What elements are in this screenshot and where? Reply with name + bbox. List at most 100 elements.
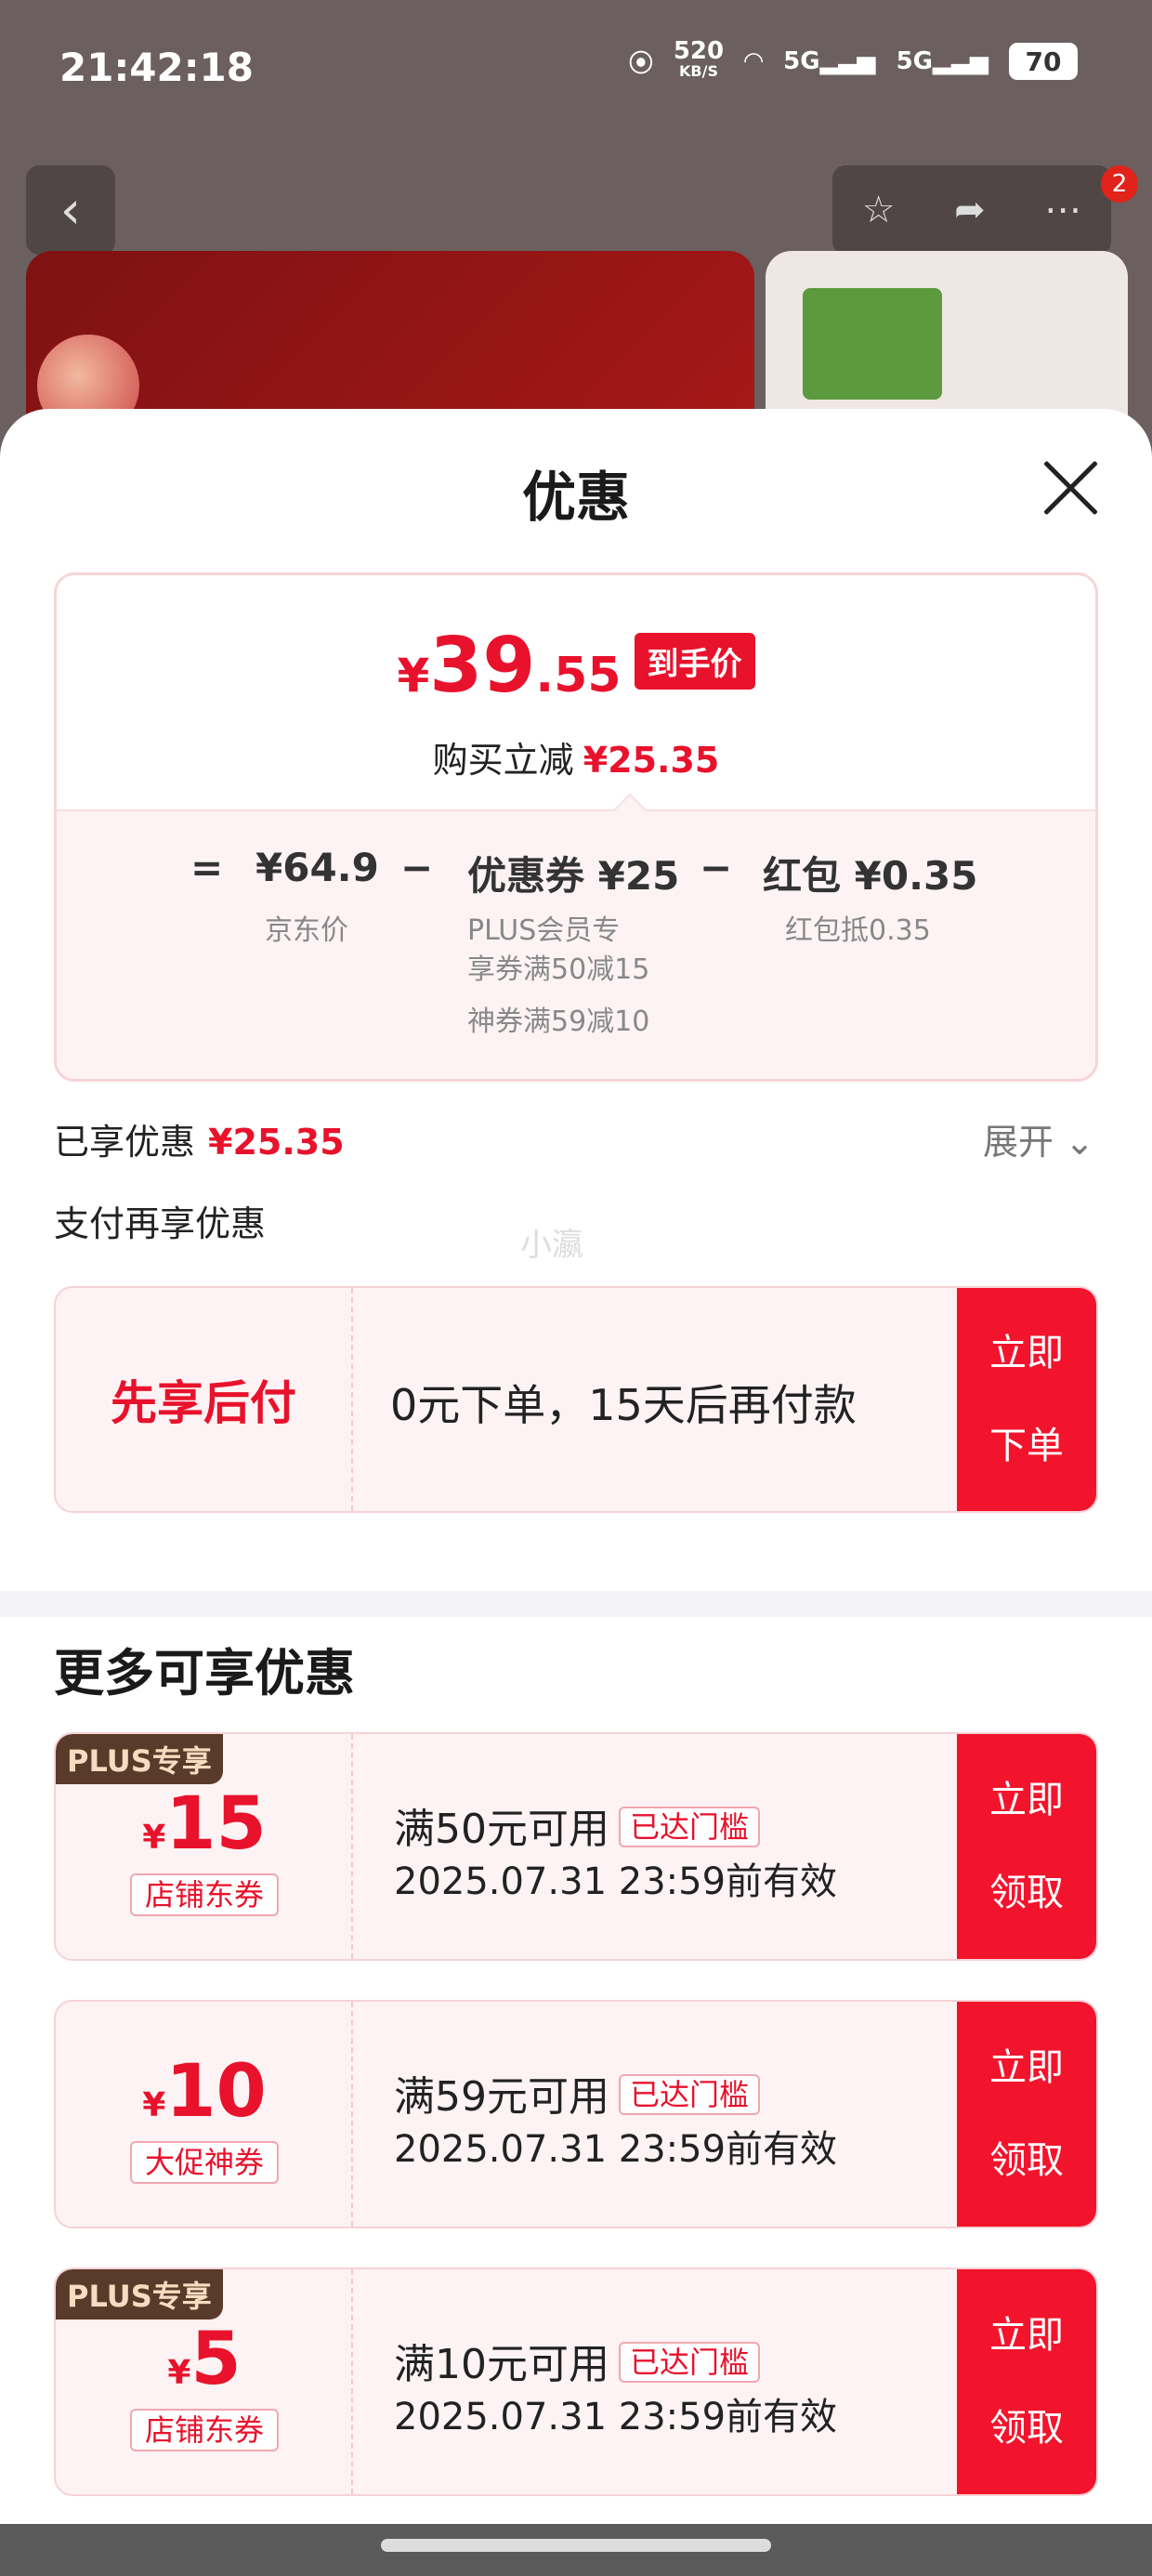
threshold-reached-badge: 已达门槛 — [619, 2074, 761, 2115]
chevron-left-icon: ‹ — [59, 179, 82, 241]
reduce-amount: ¥25.35 — [583, 740, 720, 781]
final-price-section: ¥39.55 到手价 购买立减 ¥25.35 — [57, 575, 1095, 809]
section-divider — [0, 1591, 1152, 1617]
wifi-icon: ◠ — [744, 47, 764, 75]
claim-coupon-button[interactable]: 立即 领取 — [957, 2269, 1096, 2494]
header-actions: ☆ ➦ ⋯ — [832, 165, 1111, 255]
coupon-yen: ¥ — [142, 2086, 166, 2124]
coupon-condition-text: 满59元可用 — [394, 2073, 609, 2121]
claim-coupon-button[interactable]: 立即 领取 — [957, 1734, 1096, 1959]
coupon-info: 满59元可用 已达门槛 2025.07.31 23:59前有效 — [353, 2002, 922, 2227]
share-icon[interactable]: ➦ — [954, 189, 986, 231]
coupon-left: PLUS专享 ¥15 店铺东券 — [56, 1734, 353, 1959]
coupon-yen: ¥ — [167, 2354, 191, 2392]
order-now-line-2: 下单 — [989, 1425, 1064, 1467]
coupon-left: PLUS专享 ¥5 店铺东券 — [56, 2269, 353, 2494]
bnpl-middle: 0元下单，15天后再付款 — [353, 1288, 922, 1511]
bnpl-title: 先享后付 — [111, 1376, 296, 1430]
bnpl-description: 0元下单，15天后再付款 — [390, 1380, 857, 1430]
price-formula-section: = ¥64.9 − 优惠券 ¥25 − 红包 ¥0.35 京东价 PLUS会员专… — [57, 809, 1095, 1079]
bnpl-card: 先享后付 0元下单，15天后再付款 立即 下单 — [54, 1286, 1098, 1513]
close-icon[interactable] — [1041, 457, 1100, 517]
expand-label: 展开 — [983, 1122, 1054, 1163]
coupon-amount-value: 5 — [190, 2318, 242, 2401]
coupon-type: 大促神券 — [130, 2141, 279, 2184]
coupon-info: 满50元可用 已达门槛 2025.07.31 23:59前有效 — [353, 1734, 922, 1959]
signal-icon-2: 5G▂▃▅ — [896, 47, 988, 75]
star-icon[interactable]: ☆ — [862, 189, 896, 231]
formula-minus-1: − — [400, 845, 434, 890]
location-icon: ⦿ — [628, 49, 653, 78]
formula-coupon: 优惠券 ¥25 — [467, 853, 680, 899]
coupon-validity: 2025.07.31 23:59前有效 — [394, 1860, 838, 1903]
jd-price-label: 京东价 — [265, 914, 348, 947]
chevron-down-icon: ⌄ — [1065, 1122, 1094, 1163]
battery-icon: 70 — [1009, 43, 1078, 80]
redpacket-detail: 红包抵0.35 — [785, 914, 931, 947]
coupon-validity: 2025.07.31 23:59前有效 — [394, 2396, 838, 2438]
threshold-reached-badge: 已达门槛 — [619, 1807, 761, 1847]
formula-redpacket: 红包 ¥0.35 — [763, 853, 978, 899]
claim-line-1: 立即 — [989, 1779, 1064, 1821]
coupon-condition-text: 满50元可用 — [394, 1806, 609, 1853]
coupon-detail-1: PLUS会员专 — [467, 914, 621, 947]
discount-sheet: 优惠 ¥39.55 到手价 购买立减 ¥25.35 = ¥64.9 − 优惠券 ¥2… — [0, 409, 1152, 2576]
coupon-detail-2: 享券满50减15 — [467, 953, 650, 986]
claim-line-2: 领取 — [989, 1872, 1064, 1914]
bnpl-left: 先享后付 — [56, 1288, 353, 1511]
coupon-amount: ¥10 — [56, 2050, 353, 2134]
net-speed: 520 KB/S — [673, 37, 725, 82]
coupon-card-2: ¥10 大促神券 满59元可用 已达门槛 2025.07.31 23:59前有效 … — [54, 2000, 1098, 2228]
coupon-condition-text: 满10元可用 — [394, 2341, 609, 2388]
coupon-type: 店铺东券 — [130, 2409, 279, 2451]
product-box — [803, 288, 942, 400]
final-price-tag: 到手价 — [634, 633, 755, 690]
coupon-detail-3: 神券满59减10 — [467, 1005, 650, 1038]
coupon-amount: ¥15 — [56, 1782, 353, 1866]
claim-line-2: 领取 — [989, 2407, 1064, 2450]
formula-minus-2: − — [700, 845, 733, 890]
home-indicator[interactable] — [381, 2539, 771, 2552]
claim-line-2: 领取 — [989, 2139, 1064, 2182]
threshold-reached-badge: 已达门槛 — [619, 2342, 761, 2383]
coupon-info: 满10元可用 已达门槛 2025.07.31 23:59前有效 — [353, 2269, 922, 2494]
enjoyed-discount: 已享优惠 ¥25.35 — [54, 1113, 345, 1164]
status-bar: 21:42:18 ⦿ 520 KB/S ◠ 5G▂▃▅ 5G▂▃▅ 70 — [0, 0, 1152, 139]
coupon-amount: ¥5 — [56, 2318, 353, 2401]
enjoyed-amount: ¥25.35 — [208, 1122, 345, 1163]
pay-more-label: 支付再享优惠 — [54, 1203, 267, 1244]
final-price-yen: ¥ — [397, 649, 430, 703]
expand-toggle[interactable]: 展开 ⌄ — [983, 1113, 1094, 1164]
net-speed-value: 520 — [673, 37, 725, 65]
price-breakdown-card: ¥39.55 到手价 购买立减 ¥25.35 = ¥64.9 − 优惠券 ¥25 −… — [54, 572, 1098, 1082]
signal-icon-1: 5G▂▃▅ — [783, 47, 876, 75]
final-price: ¥39.55 到手价 — [57, 622, 1095, 710]
coupon-yen: ¥ — [142, 1819, 166, 1857]
claim-line-1: 立即 — [989, 2314, 1064, 2357]
signal-label-2: 5G — [896, 47, 933, 75]
final-price-dec: .55 — [535, 648, 622, 703]
plus-exclusive-tag: PLUS专享 — [56, 2269, 223, 2320]
more-icon[interactable]: ⋯ — [1044, 189, 1081, 231]
coupon-condition: 满50元可用 已达门槛 — [394, 1795, 761, 1855]
screen: 21:42:18 ⦿ 520 KB/S ◠ 5G▂▃▅ 5G▂▃▅ 70 ‹ ☆… — [0, 0, 1152, 2576]
watermark: 小瀛 — [520, 1227, 583, 1264]
final-price-int: 39 — [429, 622, 536, 710]
order-now-button[interactable]: 立即 下单 — [957, 1288, 1096, 1511]
coupon-amount-value: 10 — [165, 2050, 267, 2134]
formula-equals: = — [190, 845, 224, 890]
more-discounts-title: 更多可享优惠 — [54, 1644, 355, 1702]
net-speed-unit: KB/S — [679, 62, 718, 80]
coupon-validity: 2025.07.31 23:59前有效 — [394, 2128, 838, 2171]
coupon-type: 店铺东券 — [130, 1873, 279, 1916]
coupon-amount-value: 15 — [165, 1782, 267, 1866]
message-badge: 2 — [1101, 165, 1138, 203]
status-time: 21:42:18 — [59, 45, 254, 90]
back-button[interactable]: ‹ — [26, 165, 115, 255]
coupon-left: ¥10 大促神券 — [56, 2002, 353, 2227]
claim-coupon-button[interactable]: 立即 领取 — [957, 2002, 1096, 2227]
plus-exclusive-tag: PLUS专享 — [56, 1734, 223, 1784]
coupon-card-1: PLUS专享 ¥15 店铺东券 满50元可用 已达门槛 2025.07.31 23… — [54, 1732, 1098, 1961]
enjoyed-label: 已享优惠 — [54, 1122, 196, 1163]
purchase-reduction: 购买立减 ¥25.35 — [57, 731, 1095, 782]
